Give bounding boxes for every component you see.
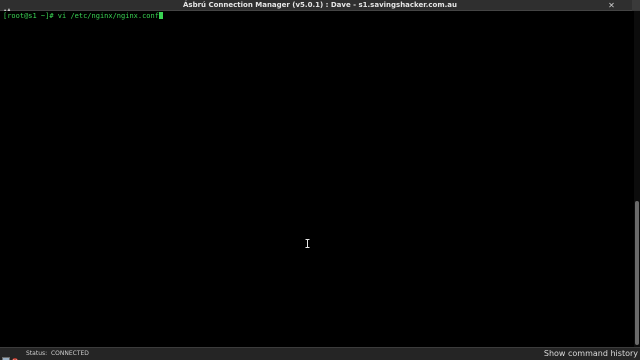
status-bar: Status: CONNECTED Show command history: [0, 347, 640, 360]
typed-command: vi /etc/nginx/nginx.conf: [57, 12, 159, 20]
connection-status: Status: CONNECTED: [26, 348, 89, 360]
terminal-scrollbar[interactable]: [634, 11, 640, 347]
shell-prompt: [root@s1 ~]#: [3, 12, 58, 20]
title-bar[interactable]: Ásbrú Connection Manager (v5.0.1) : Dave…: [0, 0, 640, 15]
connection-status-icon: [2, 350, 22, 360]
status-value: CONNECTED: [50, 350, 89, 357]
terminal-line: [root@s1 ~]# vi /etc/nginx/nginx.conf: [3, 12, 163, 21]
window-title: Ásbrú Connection Manager (v5.0.1) : Dave…: [183, 1, 457, 9]
status-label: Status:: [26, 350, 48, 357]
terminal-area[interactable]: [root@s1 ~]# vi /etc/nginx/nginx.conf: [0, 11, 634, 347]
show-command-history-button[interactable]: Show command history: [544, 348, 638, 360]
scrollbar-thumb[interactable]: [635, 201, 639, 345]
terminal-cursor: [158, 12, 163, 19]
close-icon[interactable]: ✕: [607, 1, 616, 10]
asbru-window: Ásbrú Connection Manager (v5.0.1) : Dave…: [0, 0, 640, 360]
title-bar-edge: [632, 0, 640, 11]
text-cursor-icon: [305, 233, 310, 248]
